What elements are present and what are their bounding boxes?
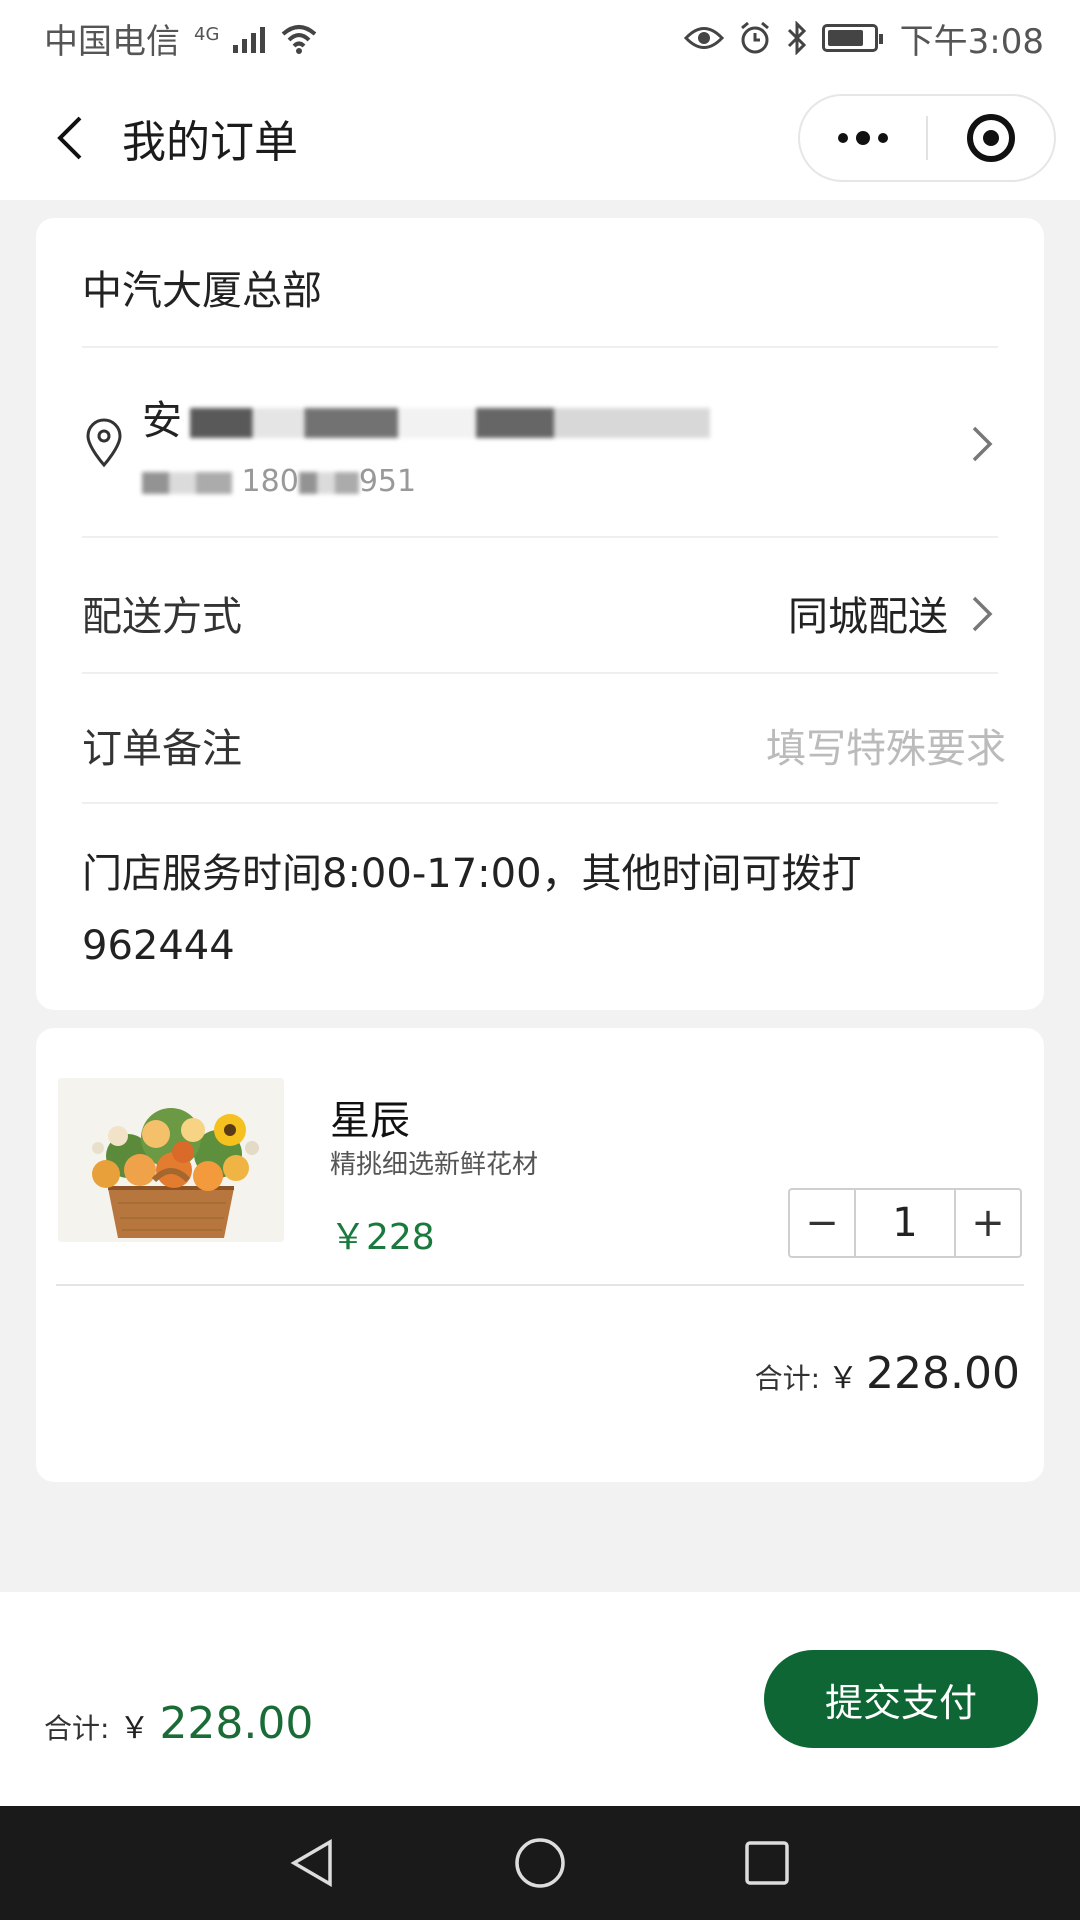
decrease-button[interactable]: −: [790, 1190, 854, 1256]
location-pin-icon: [86, 418, 122, 468]
phone-tail: 951: [358, 464, 417, 499]
currency-symbol: ￥: [828, 1361, 859, 1396]
battery-icon: [821, 24, 883, 52]
redacted-phone: [298, 471, 359, 494]
divider: [82, 672, 998, 674]
system-home-button[interactable]: [500, 1823, 580, 1903]
currency-symbol: ￥: [119, 1711, 150, 1746]
checkout-total: 合计: ￥ 228.00: [44, 1698, 313, 1749]
order-info-card: 中汽大厦总部 安 180 951 配送方式 同城配送 订单备注 填写特殊要求 门店…: [36, 218, 1044, 1010]
order-remark-label: 订单备注: [82, 726, 242, 772]
chevron-right-icon: [972, 426, 993, 462]
total-amount: 228.00: [159, 1698, 314, 1749]
quantity-stepper: − 1 +: [788, 1188, 1022, 1258]
network-type: 4G: [194, 23, 220, 45]
target-icon: [967, 114, 1015, 162]
address-line: 安: [142, 388, 710, 446]
total-label: 合计:: [754, 1362, 821, 1395]
clock: 下午3:08: [899, 21, 1044, 62]
status-right: 下午3:08: [683, 14, 1044, 63]
checkout-bar: 合计: ￥ 228.00 提交支付: [0, 1592, 1080, 1806]
increase-button[interactable]: +: [956, 1190, 1020, 1256]
store-name: 中汽大厦总部: [82, 268, 322, 314]
triangle-back-icon: [290, 1838, 333, 1888]
redacted-address: [190, 408, 710, 438]
submit-payment-button[interactable]: 提交支付: [764, 1650, 1038, 1748]
total-amount: 228.00: [866, 1348, 1020, 1399]
divider: [82, 802, 998, 804]
page-title: 我的订单: [122, 117, 298, 168]
flower-basket-image: [58, 1078, 284, 1242]
more-button[interactable]: [800, 96, 926, 180]
delivery-method-row[interactable]: 配送方式 同城配送: [82, 584, 998, 644]
system-back-button[interactable]: [273, 1823, 353, 1903]
eye-icon: [683, 27, 724, 49]
phone-partial: 180: [241, 464, 299, 499]
chevron-left-icon: [57, 116, 82, 160]
status-left: 中国电信 4G: [44, 14, 319, 63]
status-bar: 中国电信 4G 下午3:08: [0, 0, 1080, 76]
nav-bar: 我的订单: [0, 76, 1080, 200]
product-image[interactable]: [58, 1078, 284, 1242]
circle-home-icon: [515, 1838, 565, 1888]
order-remark-row: 订单备注 填写特殊要求: [82, 716, 1006, 776]
more-dots-icon: [838, 131, 888, 145]
contact-line: 180 951: [142, 464, 416, 499]
card-total: 合计: ￥ 228.00: [755, 1348, 1020, 1399]
chevron-right-icon: [972, 596, 993, 632]
carrier-name: 中国电信: [44, 21, 180, 62]
divider: [82, 536, 998, 538]
wifi-icon: [282, 25, 317, 54]
delivery-method-value: 同城配送: [788, 594, 948, 640]
signal-icon: [233, 23, 266, 53]
back-button[interactable]: [34, 102, 106, 174]
address-prefix: 安: [142, 398, 182, 444]
square-recents-icon: [744, 1841, 789, 1885]
redacted-name: [142, 471, 232, 494]
close-mini-program-button[interactable]: [928, 96, 1054, 180]
product-card: 星辰 精挑细选新鲜花材 ￥228 − 1 + 合计: ￥ 228.00: [36, 1028, 1044, 1482]
product-price: ￥228: [330, 1217, 435, 1258]
divider: [82, 346, 998, 348]
delivery-method-label: 配送方式: [82, 594, 242, 640]
mini-program-capsule: [798, 94, 1056, 182]
bluetooth-icon: [787, 21, 806, 55]
alarm-icon: [740, 21, 769, 54]
total-label: 合计:: [44, 1712, 110, 1745]
quantity-value[interactable]: 1: [854, 1190, 956, 1256]
product-description: 精挑细选新鲜花材: [330, 1150, 539, 1180]
product-name: 星辰: [330, 1098, 410, 1144]
service-hours-notice: 门店服务时间8:00-17:00，其他时间可拨打962444: [82, 851, 862, 969]
system-nav-bar: [0, 1806, 1080, 1920]
system-recents-button[interactable]: [727, 1823, 807, 1903]
order-remark-input[interactable]: 填写特殊要求: [766, 716, 1006, 774]
divider: [56, 1284, 1024, 1286]
